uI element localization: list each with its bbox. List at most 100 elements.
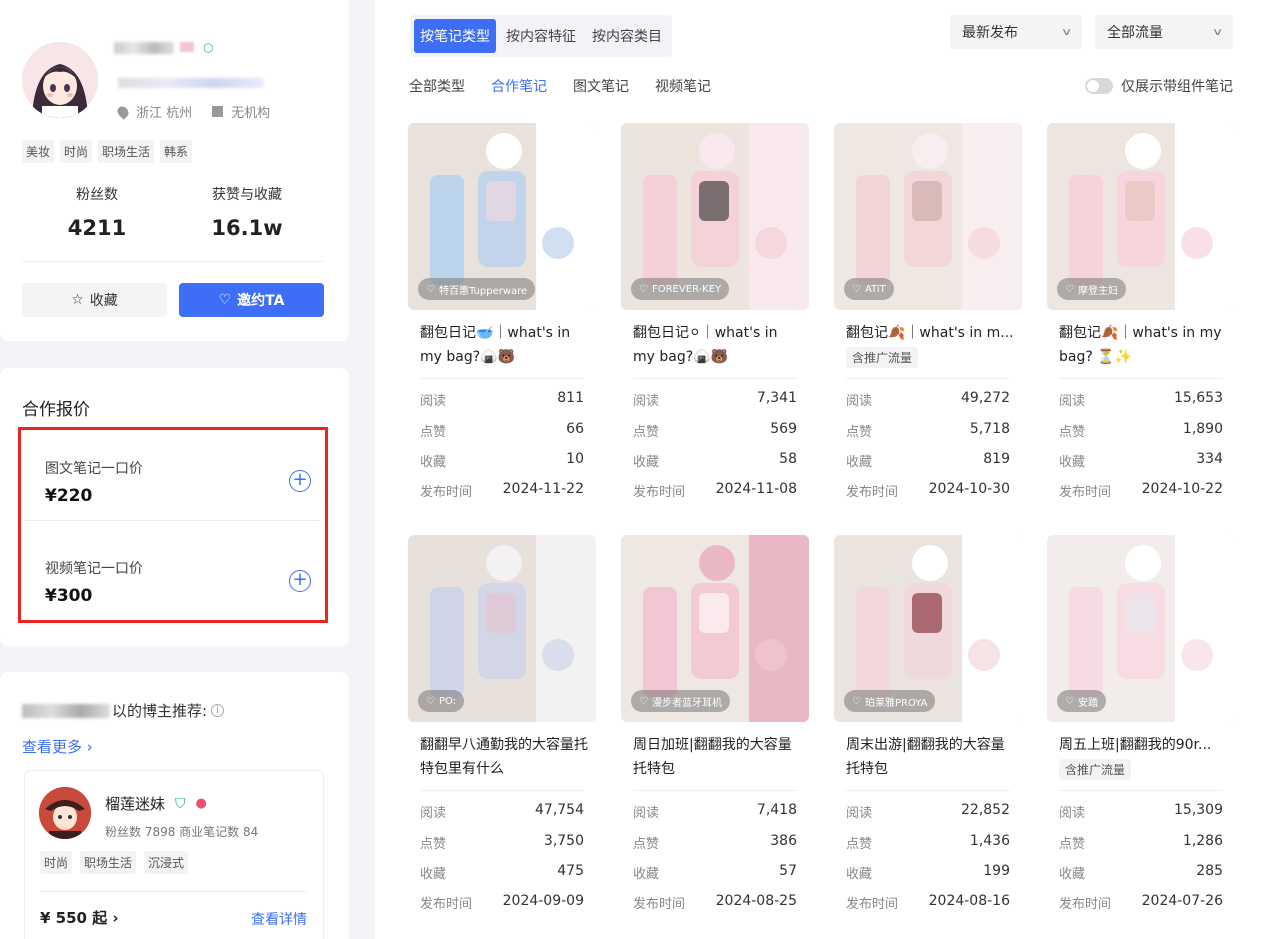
price-label: 视频笔记一口价 — [45, 561, 143, 577]
note-thumbnail[interactable]: ♡ 特百惠Tupperware — [408, 123, 596, 310]
note-title[interactable]: 周五上班|翻翻我的90r... — [1059, 733, 1227, 757]
invite-button[interactable]: ♡ 邀约TA — [179, 283, 324, 317]
note-card[interactable]: ♡ 漫步者蓝牙耳机 周日加班|翻翻我的大容量托特包 阅读 7,418 点赞 386 收藏 57 发… — [621, 535, 809, 935]
stat-label: 点赞 — [420, 425, 447, 440]
note-title[interactable]: 周末出游|翻翻我的大容量托特包 — [846, 733, 1014, 781]
note-card[interactable]: ♡ PO: 翻翻早八通勤我的大容量托特包里有什么阅读 47,754 点赞 3,750 收藏 4… — [408, 535, 596, 935]
creator-tag: 沉浸式 — [144, 851, 189, 874]
stat-label: 收藏 — [846, 867, 873, 882]
note-card[interactable]: ♡ 摩登主妇 翻包记🍂｜what's in my bag? ⏳✨ 阅读 15,653 点赞… — [1047, 123, 1235, 523]
fav-count: 10 — [566, 451, 584, 467]
note-thumbnail[interactable]: ♡ PO: — [408, 535, 596, 722]
handshake-icon: ♡ — [852, 283, 861, 295]
stat-label: 阅读 — [846, 394, 873, 409]
stat-row-read: 阅读 15,309 — [1059, 802, 1223, 821]
note-title[interactable]: 翻包记🍂｜what's in m... — [846, 321, 1014, 345]
brand-name: 珀莱雅PROYA — [864, 697, 928, 709]
stat-row-date: 发布时间 2024-11-22 — [420, 481, 584, 500]
stat-label: 发布时间 — [1059, 485, 1112, 500]
read-count: 15,309 — [1174, 802, 1223, 818]
component-toggle[interactable] — [1085, 78, 1113, 94]
note-card[interactable]: ♡ 特百惠Tupperware 翻包日记🥣｜what's in my bag?🍙🐻 阅… — [408, 123, 596, 523]
note-title[interactable]: 翻翻早八通勤我的大容量托特包里有什么 — [420, 733, 588, 781]
verified-icon: ⛉ — [175, 795, 186, 812]
note-thumbnail[interactable]: ♡ 漫步者蓝牙耳机 — [621, 535, 809, 722]
note-thumbnail[interactable]: ♡ 珀莱雅PROYA — [834, 535, 1022, 722]
stat-row-read: 阅读 49,272 — [846, 390, 1010, 409]
creator-price[interactable]: ¥ 550 起 › — [40, 907, 119, 928]
person-icon: ● — [195, 796, 207, 811]
divider — [846, 378, 1010, 379]
stat-label: 发布时间 — [1059, 897, 1112, 912]
note-card[interactable]: ♡ FOREVER-KEY 翻包日记⚪｜what's in my bag?🍙🐻 阅读 7… — [621, 123, 809, 523]
creator-card[interactable]: 榴莲迷妹 ⛉ ● 粉丝数 7898 商业笔记数 84 时尚 职场生活 沉浸式 ¥… — [24, 770, 324, 939]
invite-button-label: 邀约TA — [237, 293, 285, 309]
fav-count: 285 — [1196, 863, 1223, 879]
verified-icon: ⬡ — [203, 41, 214, 55]
handshake-icon: ♡ — [1065, 695, 1074, 707]
stat-row-fav: 收藏 58 — [633, 451, 797, 470]
sort-dropdown[interactable]: 最新发布 ∨ — [950, 15, 1082, 49]
segment-content-feature[interactable]: 按内容特征 — [500, 19, 582, 53]
price-item-video-note: 视频笔记一口价 ¥300 + — [25, 534, 321, 620]
stat-row-fav: 收藏 57 — [633, 863, 797, 882]
tab-video-notes[interactable]: 视频笔记 — [655, 76, 711, 96]
component-toggle-row: 仅展示带组件笔记 — [1085, 76, 1233, 96]
stat-label: 点赞 — [846, 425, 873, 440]
note-thumbnail[interactable]: ♡ FOREVER-KEY — [621, 123, 809, 310]
note-thumbnail[interactable]: ♡ ATiT — [834, 123, 1022, 310]
stat-label: 收藏 — [1059, 455, 1086, 470]
stat-label: 收藏 — [633, 455, 660, 470]
publish-date: 2024-11-08 — [715, 481, 797, 497]
traffic-dropdown[interactable]: 全部流量 ∨ — [1095, 15, 1233, 49]
tab-all-types[interactable]: 全部类型 — [409, 76, 465, 96]
price-label: 图文笔记一口价 — [45, 461, 143, 477]
tab-image-notes[interactable]: 图文笔记 — [573, 76, 629, 96]
add-icon[interactable]: + — [289, 470, 311, 492]
brand-badge: ♡ 特百惠Tupperware — [418, 278, 536, 300]
note-thumbnail[interactable]: ♡ 安踏 — [1047, 535, 1235, 722]
view-detail-link[interactable]: 查看详情 — [251, 909, 307, 929]
fans-value: 4211 — [67, 216, 127, 240]
see-more-link[interactable]: 查看更多 › — [22, 736, 93, 757]
stat-row-date: 发布时间 2024-08-16 — [846, 893, 1010, 912]
note-thumbnail[interactable]: ♡ 摩登主妇 — [1047, 123, 1235, 310]
likes-value: 16.1w — [211, 216, 283, 240]
note-card[interactable]: ♡ 珀莱雅PROYA 周末出游|翻翻我的大容量托特包 阅读 22,852 点赞 1,436 收… — [834, 535, 1022, 935]
divider — [420, 378, 584, 379]
note-title[interactable]: 翻包记🍂｜what's in my bag? ⏳✨ — [1059, 321, 1227, 369]
divider — [22, 261, 323, 262]
stat-row-read: 阅读 811 — [420, 390, 584, 409]
price-value: ¥300 — [45, 586, 93, 606]
stat-row-fav: 收藏 10 — [420, 451, 584, 470]
brand-name: 漫步者蓝牙耳机 — [651, 697, 722, 709]
segment-note-type[interactable]: 按笔记类型 — [414, 19, 496, 53]
note-title[interactable]: 翻包日记⚪｜what's in my bag?🍙🐻 — [633, 321, 801, 369]
handshake-icon: ♡ — [852, 695, 861, 707]
stat-row-date: 发布时间 2024-09-09 — [420, 893, 584, 912]
stat-label: 阅读 — [420, 394, 447, 409]
chevron-down-icon: ∨ — [1211, 26, 1224, 38]
tab-cooperation-notes[interactable]: 合作笔记 — [491, 76, 547, 96]
stat-row-like: 点赞 66 — [420, 421, 584, 440]
favorite-button[interactable]: ☆ 收藏 — [22, 283, 167, 317]
stat-row-like: 点赞 3,750 — [420, 833, 584, 852]
handshake-icon: ♡ — [1065, 283, 1074, 295]
stat-label: 阅读 — [420, 806, 447, 821]
note-title[interactable]: 翻包日记🥣｜what's in my bag?🍙🐻 — [420, 321, 588, 369]
like-count: 5,718 — [969, 421, 1010, 437]
note-card[interactable]: ♡ 安踏 周五上班|翻翻我的90r... 含推广流量 阅读 15,309 点赞 1,286 收藏… — [1047, 535, 1235, 935]
note-card[interactable]: ♡ ATiT 翻包记🍂｜what's in m... 含推广流量 阅读 49,272 点赞 5… — [834, 123, 1022, 523]
segment-content-category[interactable]: 按内容类目 — [586, 19, 668, 53]
read-count: 47,754 — [535, 802, 584, 818]
stat-row-fav: 收藏 475 — [420, 863, 584, 882]
handshake-icon: ♡ — [218, 292, 232, 308]
profile-tags: 美妆 时尚 职场生活 韩系 — [22, 140, 193, 163]
note-title[interactable]: 周日加班|翻翻我的大容量托特包 — [633, 733, 801, 781]
stat-label: 点赞 — [1059, 425, 1086, 440]
divider — [633, 378, 797, 379]
info-icon[interactable]: i — [211, 704, 225, 717]
profile-tag: 韩系 — [160, 140, 193, 163]
add-icon[interactable]: + — [289, 570, 311, 592]
recommend-card: 以的博主推荐: i 查看更多 › 榴莲迷妹 ⛉ ● 粉丝数 7898 商业笔记数… — [0, 672, 349, 939]
